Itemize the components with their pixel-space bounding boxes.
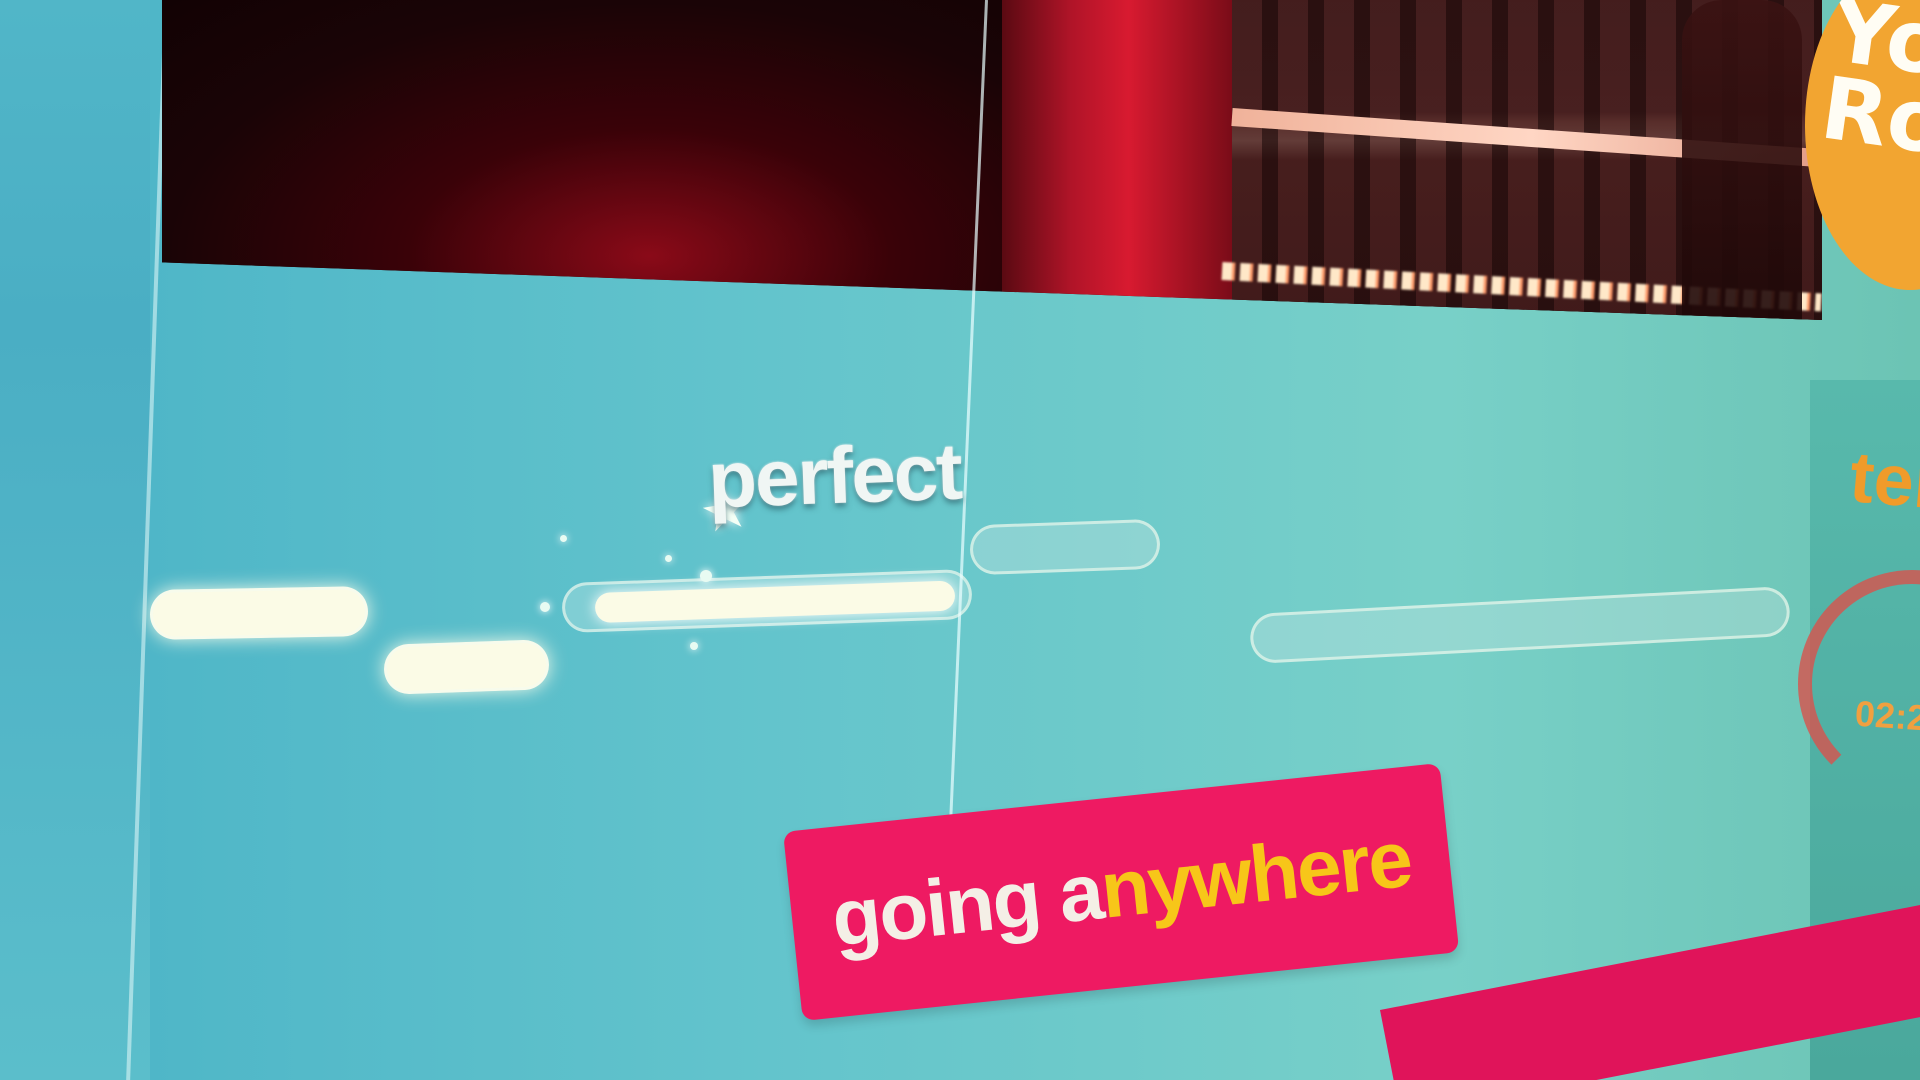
sparkle — [700, 570, 712, 582]
lyrics-sung-part: going a — [827, 846, 1106, 964]
pitch-note-fill — [594, 580, 956, 623]
game-logo: Yo Ro — [1805, 0, 1920, 290]
song-timer: 02:2 — [1853, 692, 1920, 739]
pitch-note-bar — [1249, 585, 1791, 665]
video-red-curtain — [1002, 0, 1232, 320]
sparkle — [540, 602, 550, 612]
video-stage-dark — [162, 0, 1002, 320]
rating-feedback-text: perfect — [706, 426, 963, 525]
pitch-note-bar-current — [561, 568, 973, 634]
video-performer-silhouette — [1682, 0, 1802, 320]
pitch-note-bar — [969, 518, 1161, 576]
pitch-note-bar — [383, 639, 550, 695]
left-margin — [0, 0, 150, 1080]
player-panel-label: ter — [1846, 437, 1920, 525]
music-video-panel — [162, 0, 1822, 320]
lyrics-upcoming-part: nywhere — [1096, 813, 1415, 935]
lyrics-banner: going anywhere — [783, 763, 1460, 1021]
sparkle — [665, 555, 672, 562]
karaoke-game-screen: Yo Ro ter 02:2 ★ perfect going anywhere — [0, 0, 1920, 1080]
sparkle — [560, 535, 567, 542]
game-logo-text: Yo Ro — [1815, 0, 1920, 175]
sparkle — [690, 642, 698, 650]
pitch-note-bar — [149, 586, 369, 640]
lyrics-line: going anywhere — [828, 813, 1415, 965]
